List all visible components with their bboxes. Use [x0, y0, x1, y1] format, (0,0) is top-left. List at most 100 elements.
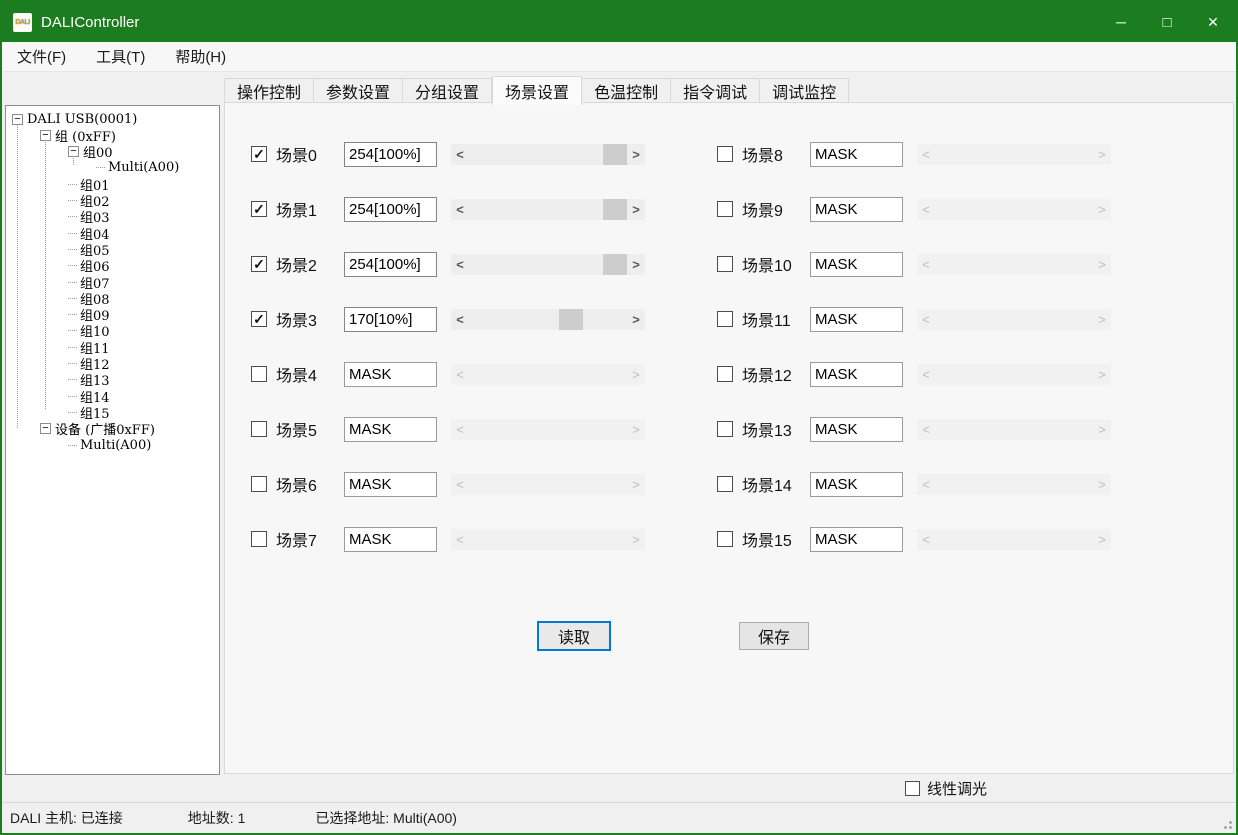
scene-checkbox[interactable]: ✓	[251, 311, 267, 327]
scene-checkbox[interactable]	[251, 531, 267, 547]
scene-checkbox[interactable]	[251, 476, 267, 492]
scene-value-input[interactable]	[810, 472, 903, 497]
slider-right-arrow-icon[interactable]: >	[1093, 309, 1111, 330]
slider-right-arrow-icon[interactable]: >	[1093, 529, 1111, 550]
device-tree-panel[interactable]: −DALI USB(0001)−组 (0xFF)−组00Multi(A00)组0…	[5, 105, 220, 775]
slider-right-arrow-icon[interactable]: >	[627, 419, 645, 440]
slider-right-arrow-icon[interactable]: >	[1093, 254, 1111, 275]
scene-checkbox[interactable]	[251, 421, 267, 437]
scene-level-slider[interactable]: <>	[451, 144, 645, 165]
slider-right-arrow-icon[interactable]: >	[627, 364, 645, 385]
linear-dimming-checkbox[interactable]	[905, 781, 920, 796]
tree-item[interactable]: Multi(A00)	[6, 437, 151, 453]
scene-value-input[interactable]	[344, 252, 437, 277]
tab-3[interactable]: 分组设置	[403, 78, 492, 103]
slider-left-arrow-icon[interactable]: <	[917, 144, 935, 165]
scene-value-input[interactable]	[810, 197, 903, 222]
scene-level-slider[interactable]: <>	[451, 254, 645, 275]
scene-level-slider[interactable]: <>	[451, 474, 645, 495]
scene-checkbox[interactable]	[717, 201, 733, 217]
tab-7[interactable]: 调试监控	[760, 78, 849, 103]
slider-left-arrow-icon[interactable]: <	[451, 254, 469, 275]
tree-item[interactable]: 组06	[6, 258, 110, 274]
tree-item[interactable]: 组14	[6, 388, 110, 404]
scene-level-slider[interactable]: <>	[451, 419, 645, 440]
tree-item[interactable]: −组00	[6, 144, 113, 160]
tree-collapse-icon[interactable]: −	[40, 423, 51, 434]
slider-left-arrow-icon[interactable]: <	[917, 419, 935, 440]
scene-level-slider[interactable]: <>	[917, 529, 1111, 550]
tab-4[interactable]: 场景设置	[492, 76, 582, 105]
slider-left-arrow-icon[interactable]: <	[917, 364, 935, 385]
menu-file[interactable]: 文件(F)	[2, 42, 81, 71]
scene-value-input[interactable]	[344, 472, 437, 497]
scene-value-input[interactable]	[344, 362, 437, 387]
scene-value-input[interactable]	[810, 527, 903, 552]
scene-value-input[interactable]	[810, 307, 903, 332]
tree-item[interactable]: 组09	[6, 307, 110, 323]
scene-checkbox[interactable]: ✓	[251, 256, 267, 272]
slider-right-arrow-icon[interactable]: >	[1093, 474, 1111, 495]
save-button[interactable]: 保存	[739, 622, 809, 650]
slider-thumb[interactable]	[559, 309, 583, 330]
scene-level-slider[interactable]: <>	[917, 474, 1111, 495]
scene-level-slider[interactable]: <>	[917, 144, 1111, 165]
slider-left-arrow-icon[interactable]: <	[451, 144, 469, 165]
scene-level-slider[interactable]: <>	[451, 199, 645, 220]
scene-level-slider[interactable]: <>	[917, 364, 1111, 385]
scene-level-slider[interactable]: <>	[917, 309, 1111, 330]
slider-left-arrow-icon[interactable]: <	[451, 309, 469, 330]
scene-value-input[interactable]	[344, 307, 437, 332]
scene-value-input[interactable]	[810, 252, 903, 277]
slider-right-arrow-icon[interactable]: >	[627, 254, 645, 275]
scene-value-input[interactable]	[344, 142, 437, 167]
slider-right-arrow-icon[interactable]: >	[1093, 199, 1111, 220]
tree-item[interactable]: 组12	[6, 356, 110, 372]
scene-checkbox[interactable]	[717, 256, 733, 272]
slider-right-arrow-icon[interactable]: >	[627, 474, 645, 495]
slider-left-arrow-icon[interactable]: <	[451, 474, 469, 495]
tree-item[interactable]: Multi(A00)	[6, 160, 179, 176]
menu-help[interactable]: 帮助(H)	[160, 42, 241, 71]
tree-item[interactable]: −DALI USB(0001)	[6, 111, 137, 127]
tree-item[interactable]: 组01	[6, 176, 110, 192]
maximize-button[interactable]: □	[1144, 2, 1190, 42]
slider-right-arrow-icon[interactable]: >	[1093, 364, 1111, 385]
slider-right-arrow-icon[interactable]: >	[627, 529, 645, 550]
tab-6[interactable]: 指令调试	[671, 78, 760, 103]
slider-right-arrow-icon[interactable]: >	[627, 144, 645, 165]
scene-checkbox[interactable]	[717, 476, 733, 492]
slider-left-arrow-icon[interactable]: <	[451, 529, 469, 550]
slider-left-arrow-icon[interactable]: <	[917, 309, 935, 330]
tree-item[interactable]: 组05	[6, 241, 110, 257]
resize-grip-icon[interactable]	[1220, 817, 1233, 830]
scene-level-slider[interactable]: <>	[451, 309, 645, 330]
scene-level-slider[interactable]: <>	[917, 199, 1111, 220]
slider-right-arrow-icon[interactable]: >	[1093, 144, 1111, 165]
scene-checkbox[interactable]	[717, 421, 733, 437]
scene-value-input[interactable]	[344, 417, 437, 442]
close-button[interactable]: ✕	[1190, 2, 1236, 42]
tree-item[interactable]: 组13	[6, 372, 110, 388]
scene-level-slider[interactable]: <>	[451, 364, 645, 385]
scene-checkbox[interactable]: ✓	[251, 146, 267, 162]
scene-checkbox[interactable]: ✓	[251, 201, 267, 217]
slider-left-arrow-icon[interactable]: <	[917, 529, 935, 550]
tree-item[interactable]: −设备 (广播0xFF)	[6, 421, 155, 437]
slider-thumb[interactable]	[603, 199, 627, 220]
scene-level-slider[interactable]: <>	[917, 419, 1111, 440]
tree-item[interactable]: 组15	[6, 404, 110, 420]
scene-checkbox[interactable]	[717, 531, 733, 547]
tree-item[interactable]: −组 (0xFF)	[6, 127, 116, 143]
read-button[interactable]: 读取	[537, 621, 611, 651]
scene-value-input[interactable]	[810, 417, 903, 442]
slider-right-arrow-icon[interactable]: >	[1093, 419, 1111, 440]
scene-checkbox[interactable]	[717, 146, 733, 162]
tree-item[interactable]: 组11	[6, 339, 110, 355]
scene-value-input[interactable]	[344, 527, 437, 552]
slider-right-arrow-icon[interactable]: >	[627, 199, 645, 220]
scene-value-input[interactable]	[344, 197, 437, 222]
tree-item[interactable]: 组10	[6, 323, 110, 339]
slider-left-arrow-icon[interactable]: <	[451, 199, 469, 220]
tab-2[interactable]: 参数设置	[314, 78, 403, 103]
